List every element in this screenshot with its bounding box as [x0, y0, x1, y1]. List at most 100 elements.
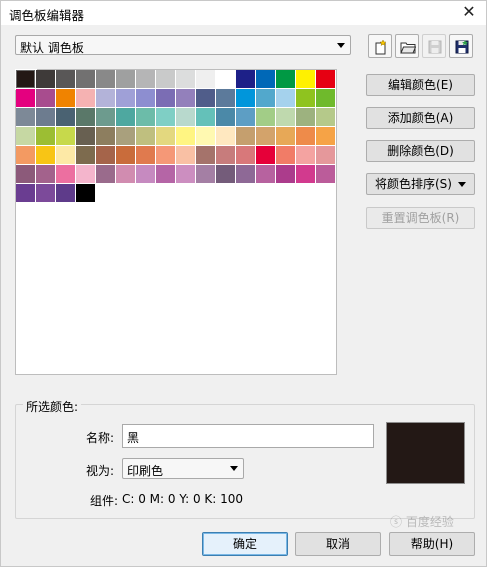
color-swatch[interactable]: [176, 127, 196, 146]
color-swatch[interactable]: [156, 70, 176, 89]
color-swatch[interactable]: [76, 184, 96, 203]
color-swatch[interactable]: [76, 89, 96, 108]
color-swatch[interactable]: [196, 146, 216, 165]
color-swatch[interactable]: [136, 146, 156, 165]
color-swatch[interactable]: [116, 146, 136, 165]
color-swatch[interactable]: [296, 108, 316, 127]
color-swatch[interactable]: [56, 89, 76, 108]
color-swatch[interactable]: [116, 70, 136, 89]
color-swatch[interactable]: [56, 70, 76, 89]
save-palette-button[interactable]: [422, 34, 446, 58]
color-swatch[interactable]: [136, 127, 156, 146]
color-swatch[interactable]: [136, 108, 156, 127]
color-swatch[interactable]: [96, 127, 116, 146]
color-swatch[interactable]: [56, 184, 76, 203]
color-swatch[interactable]: [76, 108, 96, 127]
color-swatch[interactable]: [216, 146, 236, 165]
color-swatch[interactable]: [276, 146, 296, 165]
color-swatch[interactable]: [16, 184, 36, 203]
add-color-button[interactable]: 添加颜色(A): [366, 107, 475, 129]
color-swatch[interactable]: [176, 70, 196, 89]
color-swatch[interactable]: [316, 127, 336, 146]
open-palette-button[interactable]: [395, 34, 419, 58]
color-swatch[interactable]: [216, 89, 236, 108]
color-swatch[interactable]: [56, 165, 76, 184]
color-swatch[interactable]: [216, 127, 236, 146]
color-swatch[interactable]: [176, 108, 196, 127]
help-button[interactable]: 帮助(H): [389, 532, 475, 556]
color-swatch[interactable]: [256, 108, 276, 127]
color-swatch[interactable]: [76, 127, 96, 146]
color-swatch[interactable]: [16, 127, 36, 146]
sort-colors-button[interactable]: 将颜色排序(S): [366, 173, 475, 195]
save-as-palette-button[interactable]: [449, 34, 473, 58]
close-icon[interactable]: ✕: [456, 1, 482, 23]
color-swatch[interactable]: [196, 70, 216, 89]
color-swatch[interactable]: [196, 89, 216, 108]
color-swatch[interactable]: [96, 70, 116, 89]
color-swatch[interactable]: [36, 146, 56, 165]
delete-color-button[interactable]: 删除颜色(D): [366, 140, 475, 162]
ok-button[interactable]: 确定: [202, 532, 288, 556]
color-swatch[interactable]: [276, 127, 296, 146]
color-swatch[interactable]: [256, 165, 276, 184]
color-swatch[interactable]: [36, 70, 56, 89]
color-swatch[interactable]: [36, 89, 56, 108]
new-palette-button[interactable]: [368, 34, 392, 58]
color-swatch[interactable]: [16, 108, 36, 127]
color-swatch[interactable]: [156, 146, 176, 165]
color-swatch[interactable]: [136, 89, 156, 108]
color-swatch[interactable]: [36, 127, 56, 146]
color-swatch[interactable]: [76, 165, 96, 184]
color-swatch[interactable]: [236, 108, 256, 127]
color-swatch[interactable]: [196, 127, 216, 146]
color-swatch[interactable]: [196, 165, 216, 184]
color-swatch[interactable]: [256, 146, 276, 165]
color-swatch[interactable]: [296, 146, 316, 165]
color-swatch[interactable]: [236, 89, 256, 108]
color-swatch[interactable]: [56, 146, 76, 165]
color-swatch[interactable]: [256, 89, 276, 108]
color-swatch[interactable]: [216, 70, 236, 89]
color-swatch-panel[interactable]: [15, 69, 337, 375]
edit-color-button[interactable]: 编辑颜色(E): [366, 74, 475, 96]
color-swatch[interactable]: [276, 89, 296, 108]
color-swatch[interactable]: [116, 127, 136, 146]
color-swatch[interactable]: [176, 165, 196, 184]
color-swatch[interactable]: [156, 108, 176, 127]
view-as-dropdown[interactable]: 印刷色: [122, 458, 244, 479]
color-swatch[interactable]: [16, 89, 36, 108]
color-name-input[interactable]: 黑: [122, 424, 374, 448]
color-swatch[interactable]: [116, 108, 136, 127]
color-swatch[interactable]: [256, 127, 276, 146]
color-swatch[interactable]: [36, 184, 56, 203]
color-swatch[interactable]: [316, 146, 336, 165]
color-swatch[interactable]: [136, 165, 156, 184]
color-swatch[interactable]: [116, 89, 136, 108]
color-swatch[interactable]: [236, 127, 256, 146]
color-swatch[interactable]: [176, 146, 196, 165]
color-swatch[interactable]: [296, 165, 316, 184]
color-swatch[interactable]: [296, 70, 316, 89]
color-swatch[interactable]: [16, 165, 36, 184]
color-swatch[interactable]: [116, 165, 136, 184]
color-swatch[interactable]: [136, 70, 156, 89]
color-swatch[interactable]: [96, 89, 116, 108]
color-swatch[interactable]: [156, 127, 176, 146]
cancel-button[interactable]: 取消: [295, 532, 381, 556]
color-swatch[interactable]: [16, 146, 36, 165]
color-swatch[interactable]: [296, 89, 316, 108]
color-swatch[interactable]: [15, 69, 37, 90]
color-swatch[interactable]: [196, 108, 216, 127]
color-swatch[interactable]: [276, 70, 296, 89]
color-swatch[interactable]: [216, 108, 236, 127]
color-swatch[interactable]: [316, 165, 336, 184]
color-swatch[interactable]: [316, 108, 336, 127]
color-swatch[interactable]: [236, 70, 256, 89]
color-swatch[interactable]: [56, 127, 76, 146]
color-swatch[interactable]: [96, 146, 116, 165]
color-swatch[interactable]: [316, 70, 336, 89]
color-swatch[interactable]: [36, 165, 56, 184]
color-swatch[interactable]: [316, 89, 336, 108]
color-swatch[interactable]: [256, 70, 276, 89]
